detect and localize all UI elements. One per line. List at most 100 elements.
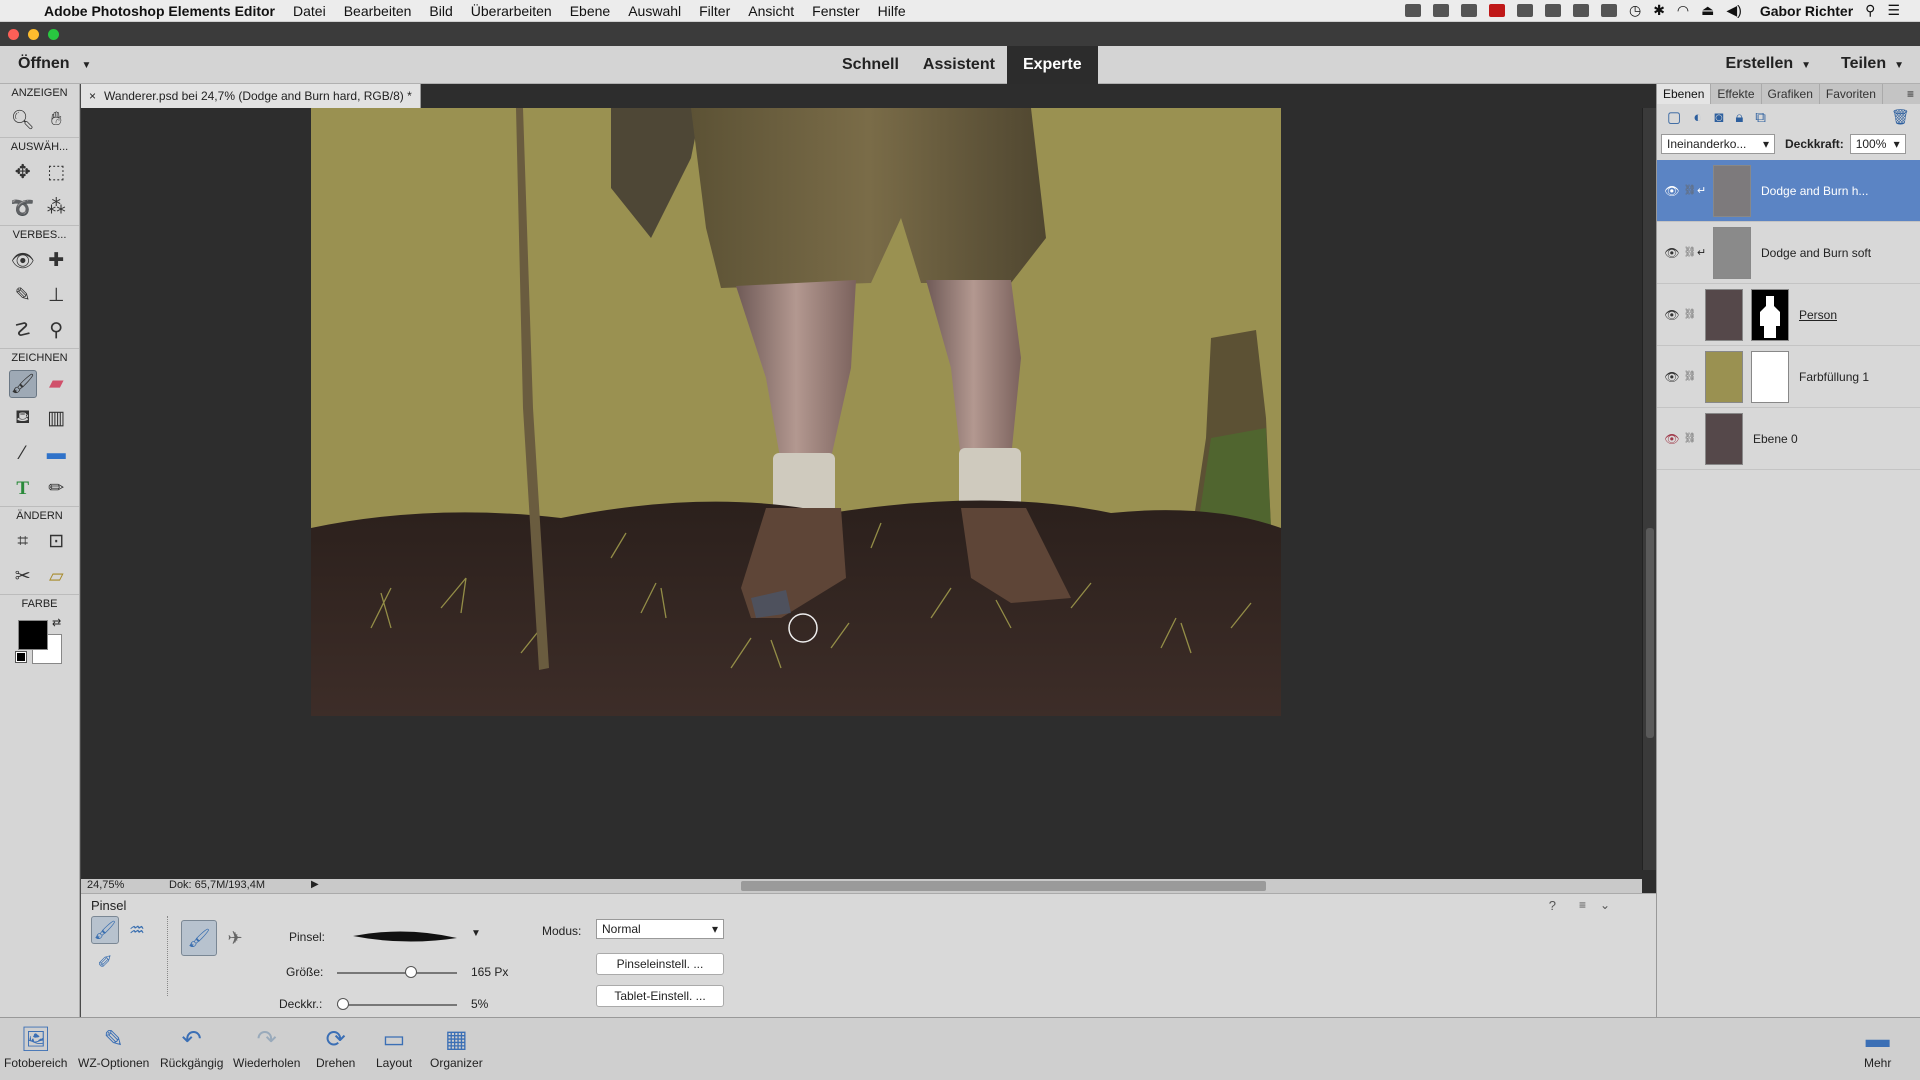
tab-favoriten[interactable]: Favoriten bbox=[1820, 84, 1883, 104]
recompose-tool-icon[interactable]: ⊡ bbox=[42, 528, 70, 556]
close-document-icon[interactable]: × bbox=[89, 89, 96, 103]
marquee-tool-icon[interactable]: ⬚ bbox=[42, 159, 70, 187]
size-slider-knob[interactable] bbox=[405, 966, 418, 978]
app-name[interactable]: Adobe Photoshop Elements Editor bbox=[44, 3, 275, 19]
time-machine-icon[interactable]: ◷ bbox=[1629, 2, 1641, 19]
eyedropper-tool-icon[interactable]: ⁄ bbox=[9, 440, 37, 468]
menu-ueberarbeiten[interactable]: Überarbeiten bbox=[471, 3, 552, 19]
search-icon[interactable]: ⚲ bbox=[1865, 2, 1875, 19]
link-icon[interactable]: ⛓ bbox=[1683, 371, 1697, 382]
help-icon[interactable]: ? bbox=[1549, 898, 1556, 913]
vertical-scroll-thumb[interactable] bbox=[1646, 528, 1654, 738]
menu-ansicht[interactable]: Ansicht bbox=[748, 3, 794, 19]
opacity-slider-knob[interactable] bbox=[337, 998, 349, 1010]
menu-bild[interactable]: Bild bbox=[429, 3, 452, 19]
brush-variant-icon[interactable]: 🖌︎ bbox=[91, 916, 119, 944]
magic-wand-tool-icon[interactable]: ⁂ bbox=[42, 194, 70, 222]
minimize-window-button[interactable] bbox=[28, 29, 39, 40]
options-menu-icon[interactable]: ≡ bbox=[1579, 898, 1586, 912]
eject-icon[interactable]: ⏏ bbox=[1701, 2, 1714, 19]
status-icon-adobe[interactable] bbox=[1488, 4, 1505, 17]
gradient-tool-icon[interactable]: ▥ bbox=[42, 405, 70, 433]
tablet-settings-button[interactable]: Tablet-Einstell. ... bbox=[596, 985, 724, 1007]
size-slider[interactable] bbox=[337, 972, 457, 974]
status-menu-arrow-icon[interactable]: ▶ bbox=[311, 879, 319, 890]
blur-tool-icon[interactable]: ☡ bbox=[9, 317, 37, 345]
brush-tool-icon[interactable]: 🖌︎ bbox=[8, 369, 37, 398]
horizontal-scroll-thumb[interactable] bbox=[741, 881, 1266, 891]
type-tool-icon[interactable]: T bbox=[9, 475, 37, 503]
default-colors-icon[interactable] bbox=[15, 651, 27, 663]
zoom-value[interactable]: 24,75% bbox=[87, 879, 124, 891]
spot-healing-tool-icon[interactable]: ✚ bbox=[42, 247, 70, 275]
open-button[interactable]: Öffnen ▼ bbox=[18, 55, 91, 73]
image-canvas[interactable] bbox=[311, 108, 1281, 716]
hand-tool-icon[interactable]: ✋︎ bbox=[42, 106, 70, 134]
smart-brush-tool-icon[interactable]: ✎ bbox=[9, 282, 37, 310]
status-icon-6[interactable] bbox=[1572, 4, 1589, 17]
layout-button[interactable]: ▭ Layout bbox=[376, 1024, 412, 1070]
link-layers-icon[interactable]: ⧉ bbox=[1755, 109, 1766, 126]
collapse-options-icon[interactable]: ⌄ bbox=[1600, 898, 1610, 912]
layer-row[interactable]: 👁︎ ⛓ ↵ Dodge and Burn h... bbox=[1657, 160, 1920, 222]
create-button[interactable]: Erstellen ▼ bbox=[1726, 55, 1812, 73]
tab-ebenen[interactable]: Ebenen bbox=[1657, 84, 1712, 104]
layer-row[interactable]: 👁︎ ⛓ Ebene 0 bbox=[1657, 408, 1920, 470]
visibility-eye-icon[interactable]: 👁︎ bbox=[1661, 370, 1683, 384]
zoom-window-button[interactable] bbox=[48, 29, 59, 40]
menu-fenster[interactable]: Fenster bbox=[812, 3, 859, 19]
mode-dropdown[interactable]: Normal ▾ bbox=[596, 919, 724, 939]
brush-mode-icon[interactable]: 🖌︎ bbox=[181, 920, 217, 956]
sponge-tool-icon[interactable]: ⚲ bbox=[42, 317, 70, 345]
brush-settings-button[interactable]: Pinseleinstell. ... bbox=[596, 953, 724, 975]
redo-button[interactable]: ↷ Wiederholen bbox=[233, 1024, 300, 1070]
airbrush-icon[interactable]: ✈︎ bbox=[221, 924, 249, 952]
blend-mode-dropdown[interactable]: Ineinanderko... ▾ bbox=[1661, 134, 1775, 154]
visibility-eye-icon[interactable]: 👁︎ bbox=[1661, 246, 1683, 260]
share-button[interactable]: Teilen ▼ bbox=[1841, 55, 1904, 73]
tab-schnell[interactable]: Schnell bbox=[830, 46, 911, 84]
lasso-tool-icon[interactable]: ➰ bbox=[9, 194, 37, 222]
zoom-tool-icon[interactable]: 🔍︎ bbox=[9, 106, 37, 134]
status-icon-2[interactable] bbox=[1432, 4, 1449, 17]
brush-preset-picker[interactable] bbox=[345, 918, 465, 954]
menu-filter[interactable]: Filter bbox=[699, 3, 730, 19]
link-icon[interactable]: ⛓ bbox=[1683, 433, 1697, 444]
bluetooth-icon[interactable]: ✱ bbox=[1653, 2, 1665, 19]
pencil-tool-icon[interactable]: ✏︎ bbox=[42, 475, 70, 503]
tool-options-button[interactable]: ✎ WZ-Optionen bbox=[78, 1024, 149, 1070]
vertical-scrollbar[interactable] bbox=[1642, 108, 1656, 870]
status-icon-1[interactable] bbox=[1404, 4, 1421, 17]
impressionist-brush-icon[interactable]: ♒︎ bbox=[123, 916, 151, 944]
menu-hilfe[interactable]: Hilfe bbox=[878, 3, 906, 19]
clone-stamp-tool-icon[interactable]: ⊥ bbox=[42, 282, 70, 310]
opacity-field[interactable]: 100% ▾ bbox=[1849, 134, 1906, 154]
document-tab[interactable]: × Wanderer.psd bei 24,7% (Dodge and Burn … bbox=[81, 84, 421, 108]
color-replacement-brush-icon[interactable]: ✐ bbox=[91, 948, 119, 976]
panel-menu-icon[interactable]: ≡ bbox=[1901, 84, 1920, 104]
rotate-button[interactable]: ⟳ Drehen bbox=[316, 1024, 355, 1070]
link-icon[interactable]: ⛓ bbox=[1683, 247, 1697, 258]
layer-row[interactable]: 👁︎ ⛓ ↵ Dodge and Burn soft bbox=[1657, 222, 1920, 284]
layer-row[interactable]: 👁︎ ⛓ Farbfüllung 1 bbox=[1657, 346, 1920, 408]
volume-icon[interactable]: ◀) bbox=[1726, 2, 1741, 19]
tab-experte[interactable]: Experte bbox=[1006, 46, 1098, 84]
new-layer-icon[interactable]: ▢ bbox=[1667, 108, 1681, 126]
tab-assistent[interactable]: Assistent bbox=[911, 46, 1007, 84]
status-icon-3[interactable] bbox=[1460, 4, 1477, 17]
brush-picker-caret-icon[interactable]: ▼ bbox=[471, 928, 481, 939]
user-name[interactable]: Gabor Richter bbox=[1760, 3, 1853, 19]
more-button[interactable]: ▬ Mehr bbox=[1864, 1024, 1891, 1070]
swap-colors-icon[interactable]: ⇄ bbox=[52, 616, 61, 629]
status-icon-7[interactable] bbox=[1600, 4, 1617, 17]
menu-datei[interactable]: Datei bbox=[293, 3, 326, 19]
layer-mask-thumbnail[interactable] bbox=[1751, 288, 1789, 341]
link-icon[interactable]: ⛓ bbox=[1683, 309, 1697, 320]
paint-bucket-tool-icon[interactable]: ⛾ bbox=[9, 405, 37, 433]
layer-mask-thumbnail[interactable] bbox=[1751, 350, 1789, 403]
tab-effekte[interactable]: Effekte bbox=[1711, 84, 1762, 104]
photo-bin-button[interactable]: 🖼︎ Fotobereich bbox=[4, 1024, 67, 1070]
notification-list-icon[interactable]: ☰ bbox=[1887, 2, 1900, 19]
crop-tool-icon[interactable]: ⌗ bbox=[9, 528, 37, 556]
red-eye-tool-icon[interactable]: 👁︎ bbox=[9, 247, 37, 275]
